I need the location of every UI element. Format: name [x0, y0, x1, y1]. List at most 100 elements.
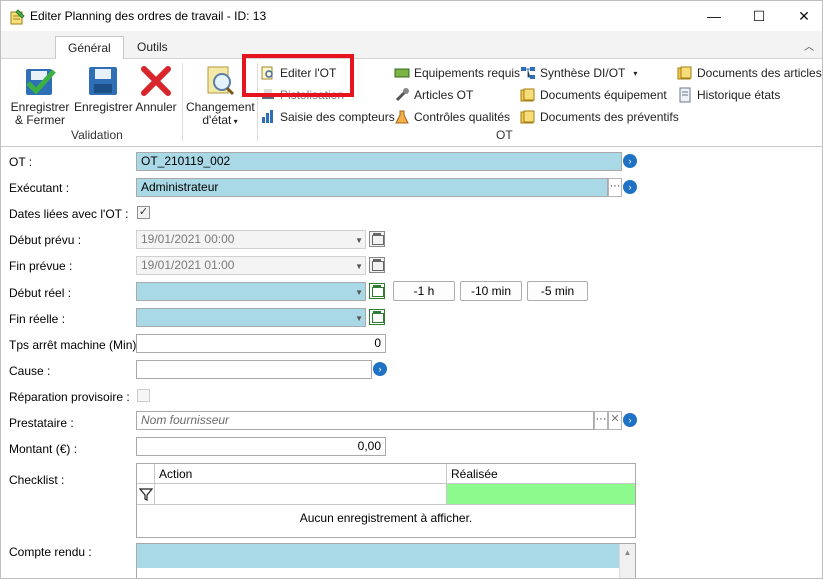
minus-10min-button[interactable]: -10 min — [460, 281, 522, 301]
provider-browse-icon[interactable]: ··· — [594, 411, 608, 430]
meter-entry-label: Saisie des compteurs — [280, 110, 395, 124]
app-notepad-icon — [10, 9, 25, 25]
planned-end-value: 19/01/2021 01:00 — [141, 258, 235, 272]
provider-clear-icon[interactable]: ✕ — [608, 411, 622, 430]
meter-entry-button[interactable]: Saisie des compteurs — [260, 108, 395, 126]
save-and-close-button[interactable]: Enregistrer & Fermer — [7, 63, 73, 127]
filter-icon — [138, 488, 154, 501]
planned-start-value: 19/01/2021 00:00 — [141, 232, 235, 246]
done-filter-cell[interactable] — [447, 484, 635, 505]
floppy-disk-icon — [89, 67, 117, 95]
state-history-button[interactable]: Historique états — [677, 86, 780, 104]
provider-field[interactable]: Nom fournisseur — [136, 411, 594, 430]
history-document-icon — [679, 87, 691, 103]
cancel-button[interactable]: Annuler — [134, 63, 178, 114]
planned-start-field: 19/01/2021 00:00 ▼ — [136, 230, 366, 249]
ot-open-icon[interactable]: › — [623, 154, 637, 168]
preventive-documents-button[interactable]: Documents des préventifs — [520, 108, 679, 126]
folder-documents-icon — [520, 110, 535, 124]
tab-general[interactable]: Général — [55, 36, 124, 60]
planned-end-label: Fin prévue : — [9, 259, 73, 273]
required-equipment-label: Equipements requis — [414, 66, 521, 80]
ribbon-tabs: Général Outils ︿ — [1, 31, 822, 60]
change-state-dropdown-icon: ▾ — [231, 117, 238, 126]
temporary-repair-checkbox[interactable] — [137, 389, 150, 402]
empty-grid-message: Aucun enregistrement à afficher. — [299, 511, 473, 525]
close-button[interactable]: ✕ — [781, 1, 822, 31]
cause-field[interactable] — [136, 360, 372, 379]
chevron-down-icon: ▼ — [355, 262, 363, 271]
save-label: Enregistrer — [74, 100, 133, 114]
report-textarea[interactable]: ▲ — [136, 543, 636, 578]
bar-chart-icon — [262, 110, 273, 123]
calendar-icon — [369, 257, 385, 273]
magnifier-notes-icon — [207, 66, 235, 96]
amount-field[interactable]: 0,00 — [136, 437, 386, 456]
cause-open-icon[interactable]: › — [373, 362, 387, 376]
equipment-documents-button[interactable]: Documents équipement — [520, 86, 667, 104]
done-column-header[interactable]: Réalisée — [447, 464, 635, 484]
temporary-repair-label: Réparation provisoire : — [9, 390, 130, 404]
scrollbar[interactable]: ▲ — [619, 544, 635, 578]
tab-outils[interactable]: Outils — [125, 36, 180, 60]
required-equipment-button[interactable]: Equipements requis — [394, 64, 520, 82]
ribbon-panel: Enregistrer & Fermer Enregistrer Annuler… — [1, 59, 822, 147]
minus-1h-button[interactable]: -1 h — [393, 281, 455, 301]
executant-open-icon[interactable]: › — [623, 180, 637, 194]
save-check-icon — [26, 69, 56, 95]
article-documents-button[interactable]: Documents des articles — [677, 64, 822, 82]
title-bar: Editer Planning des ordres de travail - … — [1, 1, 822, 31]
machine-downtime-field[interactable]: 0 — [136, 334, 386, 353]
cancel-label: Annuler — [135, 100, 177, 114]
executant-field[interactable]: Administrateur — [136, 178, 608, 197]
executant-browse-icon[interactable]: ··· — [608, 178, 622, 197]
actual-end-field[interactable]: / / : ▼ — [136, 308, 366, 327]
flask-icon — [395, 110, 409, 124]
state-history-label: Historique états — [697, 88, 781, 102]
edit-ot-highlight-box — [242, 54, 354, 97]
report-label: Compte rendu : — [9, 545, 92, 559]
filter-icon-cell[interactable] — [137, 484, 155, 505]
di-ot-summary-button[interactable]: Synthèse DI/OT ▾ — [520, 64, 637, 82]
grid-indicator-header — [137, 464, 155, 484]
action-filter-cell[interactable] — [155, 484, 447, 505]
save-button[interactable]: Enregistrer — [74, 63, 133, 114]
executant-label: Exécutant : — [9, 181, 70, 195]
provider-label: Prestataire : — [9, 416, 74, 430]
provider-open-icon[interactable]: › — [623, 413, 637, 427]
calendar-icon[interactable] — [369, 283, 385, 299]
save-and-close-label: Enregistrer & Fermer — [10, 100, 70, 127]
quality-checks-button[interactable]: Contrôles qualités — [394, 108, 510, 126]
chevron-down-icon[interactable]: ▼ — [355, 284, 363, 300]
planned-end-field: 19/01/2021 01:00 ▼ — [136, 256, 366, 275]
linked-dates-checkbox[interactable]: ✓ — [137, 206, 150, 219]
equipment-documents-label: Documents équipement — [540, 88, 667, 102]
ot-label: OT : — [9, 155, 33, 169]
folder-documents-icon — [520, 88, 535, 102]
report-text-area[interactable] — [137, 544, 619, 568]
ot-articles-button[interactable]: Articles OT — [394, 86, 473, 104]
cancel-x-icon — [141, 66, 171, 96]
action-column-header[interactable]: Action — [155, 464, 447, 484]
ot-field[interactable]: OT_210119_002 — [136, 152, 622, 171]
minimize-button[interactable]: — — [691, 1, 737, 31]
quality-checks-label: Contrôles qualités — [414, 110, 511, 124]
provider-placeholder: Nom fournisseur — [141, 413, 230, 427]
ot-articles-label: Articles OT — [414, 88, 474, 102]
planned-start-label: Début prévu : — [9, 233, 82, 247]
collapse-ribbon-icon[interactable]: ︿ — [804, 38, 814, 53]
cause-label: Cause : — [9, 364, 51, 378]
preventive-documents-label: Documents des préventifs — [540, 110, 679, 124]
actual-end-label: Fin réelle : — [9, 312, 66, 326]
di-ot-summary-dropdown-icon: ▾ — [633, 68, 638, 78]
folder-documents-icon — [677, 66, 692, 80]
maximize-button[interactable]: ☐ — [736, 1, 782, 31]
chevron-down-icon: ▼ — [355, 236, 363, 245]
chevron-down-icon[interactable]: ▼ — [355, 310, 363, 326]
article-documents-label: Documents des articles — [697, 66, 822, 80]
linked-dates-label: Dates liées avec l'OT : — [9, 207, 129, 221]
calendar-icon — [369, 231, 385, 247]
calendar-icon[interactable] — [369, 309, 385, 325]
minus-5min-button[interactable]: -5 min — [527, 281, 588, 301]
actual-start-field[interactable]: / / : ▼ — [136, 282, 366, 301]
